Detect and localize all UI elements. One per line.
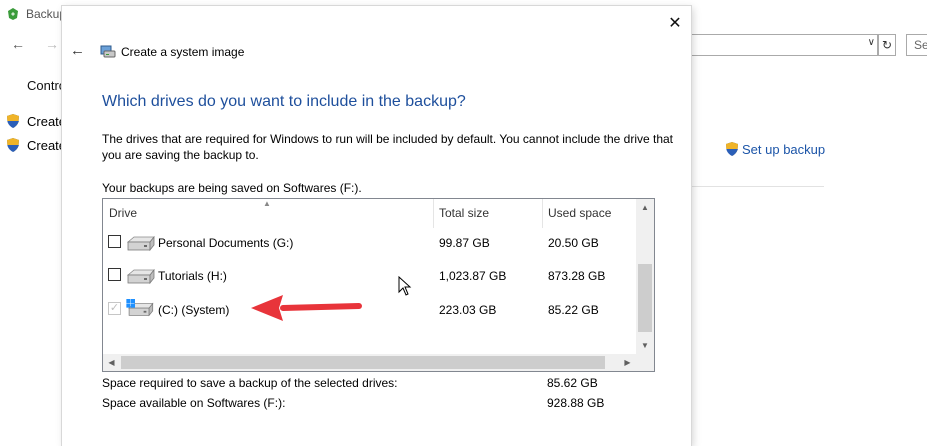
refresh-button[interactable]: ↻ (878, 34, 896, 56)
drive-total-size: 1,023.87 GB (439, 269, 507, 283)
dialog-title: Create a system image (100, 44, 244, 60)
drive-checkbox[interactable] (108, 268, 121, 281)
hard-drive-icon (126, 235, 155, 252)
scroll-up-icon[interactable]: ▲ (636, 199, 654, 216)
column-header-used-space[interactable]: Used space (542, 199, 611, 228)
vertical-scrollbar[interactable]: ▲ ▼ (636, 199, 654, 354)
drive-used-space: 85.22 GB (548, 303, 599, 317)
column-header-drive[interactable]: Drive (103, 199, 137, 228)
scroll-right-icon[interactable]: ▶ (619, 354, 636, 371)
windows-system-drive-icon (126, 299, 154, 317)
close-icon: ✕ (668, 15, 682, 32)
drive-checkbox[interactable] (108, 235, 121, 248)
scrollbar-corner (636, 354, 654, 371)
system-image-icon (100, 45, 116, 58)
create-system-image-dialog: ✕ ← Create a system image Which drives d… (62, 6, 691, 446)
drive-row[interactable]: ✓ (C:) (System) 223.03 GB 85.22 GB (103, 293, 636, 326)
scroll-down-icon[interactable]: ▼ (636, 337, 654, 354)
space-required-value: 85.62 GB (547, 376, 598, 390)
background-nav: ← → (10, 36, 60, 52)
space-available-value: 928.88 GB (547, 396, 605, 410)
drive-row[interactable]: Personal Documents (G:) 99.87 GB 20.50 G… (103, 226, 636, 259)
scrollbar-thumb[interactable] (638, 264, 652, 332)
address-bar[interactable]: ∨ (690, 34, 878, 56)
mouse-cursor-icon (398, 276, 412, 296)
search-input[interactable]: Se (906, 34, 927, 56)
drive-total-size: 223.03 GB (439, 303, 497, 317)
forward-arrow-icon[interactable]: → (44, 36, 60, 52)
drive-used-space: 873.28 GB (548, 269, 606, 283)
description-text: The drives that are required for Windows… (102, 132, 674, 162)
red-arrow-annotation (251, 295, 362, 321)
set-up-backup-label: Set up backup (742, 141, 826, 157)
divider (690, 186, 824, 187)
background-title: Backup (26, 7, 67, 21)
refresh-icon: ↻ (881, 38, 893, 52)
hard-drive-icon (126, 268, 155, 285)
space-available-label: Space available on Softwares (F:): (102, 396, 286, 410)
drive-used-space: 20.50 GB (548, 236, 599, 250)
space-required-label: Space required to save a backup of the s… (102, 376, 398, 390)
backup-app-icon (8, 8, 18, 20)
background-title-bar: Backup (6, 5, 66, 23)
page-heading: Which drives do you want to include in t… (102, 93, 466, 110)
dialog-title-text: Create a system image (121, 45, 245, 59)
set-up-backup-link[interactable]: Set up backup (724, 141, 825, 157)
back-arrow-icon[interactable]: ← (10, 36, 26, 52)
shield-icon (726, 142, 738, 156)
chevron-down-icon[interactable]: ∨ (868, 37, 875, 48)
backup-destination-text: Your backups are being saved on Software… (102, 181, 362, 195)
sidebar-item-label: Create (27, 137, 67, 153)
drive-list[interactable]: ▲ Drive Total size Used space Personal D… (102, 198, 655, 372)
sidebar-item-label: Create (27, 113, 67, 129)
drive-row[interactable]: Tutorials (H:) 1,023.87 GB 873.28 GB (103, 259, 636, 292)
shield-icon (7, 138, 19, 152)
control-panel-link[interactable]: Contro (27, 78, 66, 93)
back-button[interactable]: ← (70, 42, 85, 59)
horizontal-scrollbar[interactable]: ◀ ▶ (103, 354, 636, 371)
drive-name: (C:) (System) (158, 303, 230, 317)
drive-checkbox-disabled: ✓ (108, 302, 121, 315)
drive-name: Personal Documents (G:) (158, 236, 294, 250)
column-header-total-size[interactable]: Total size (433, 199, 489, 228)
shield-icon (7, 114, 19, 128)
scroll-left-icon[interactable]: ◀ (103, 354, 120, 371)
scrollbar-thumb[interactable] (121, 356, 605, 369)
sidebar-item-create-1[interactable]: Create (5, 113, 66, 129)
sort-caret-icon: ▲ (263, 199, 271, 208)
drive-name: Tutorials (H:) (158, 269, 227, 283)
back-arrow-icon: ← (70, 42, 85, 59)
close-button[interactable]: ✕ (662, 12, 688, 34)
sidebar-item-create-2[interactable]: Create (5, 137, 66, 153)
drive-total-size: 99.87 GB (439, 236, 490, 250)
